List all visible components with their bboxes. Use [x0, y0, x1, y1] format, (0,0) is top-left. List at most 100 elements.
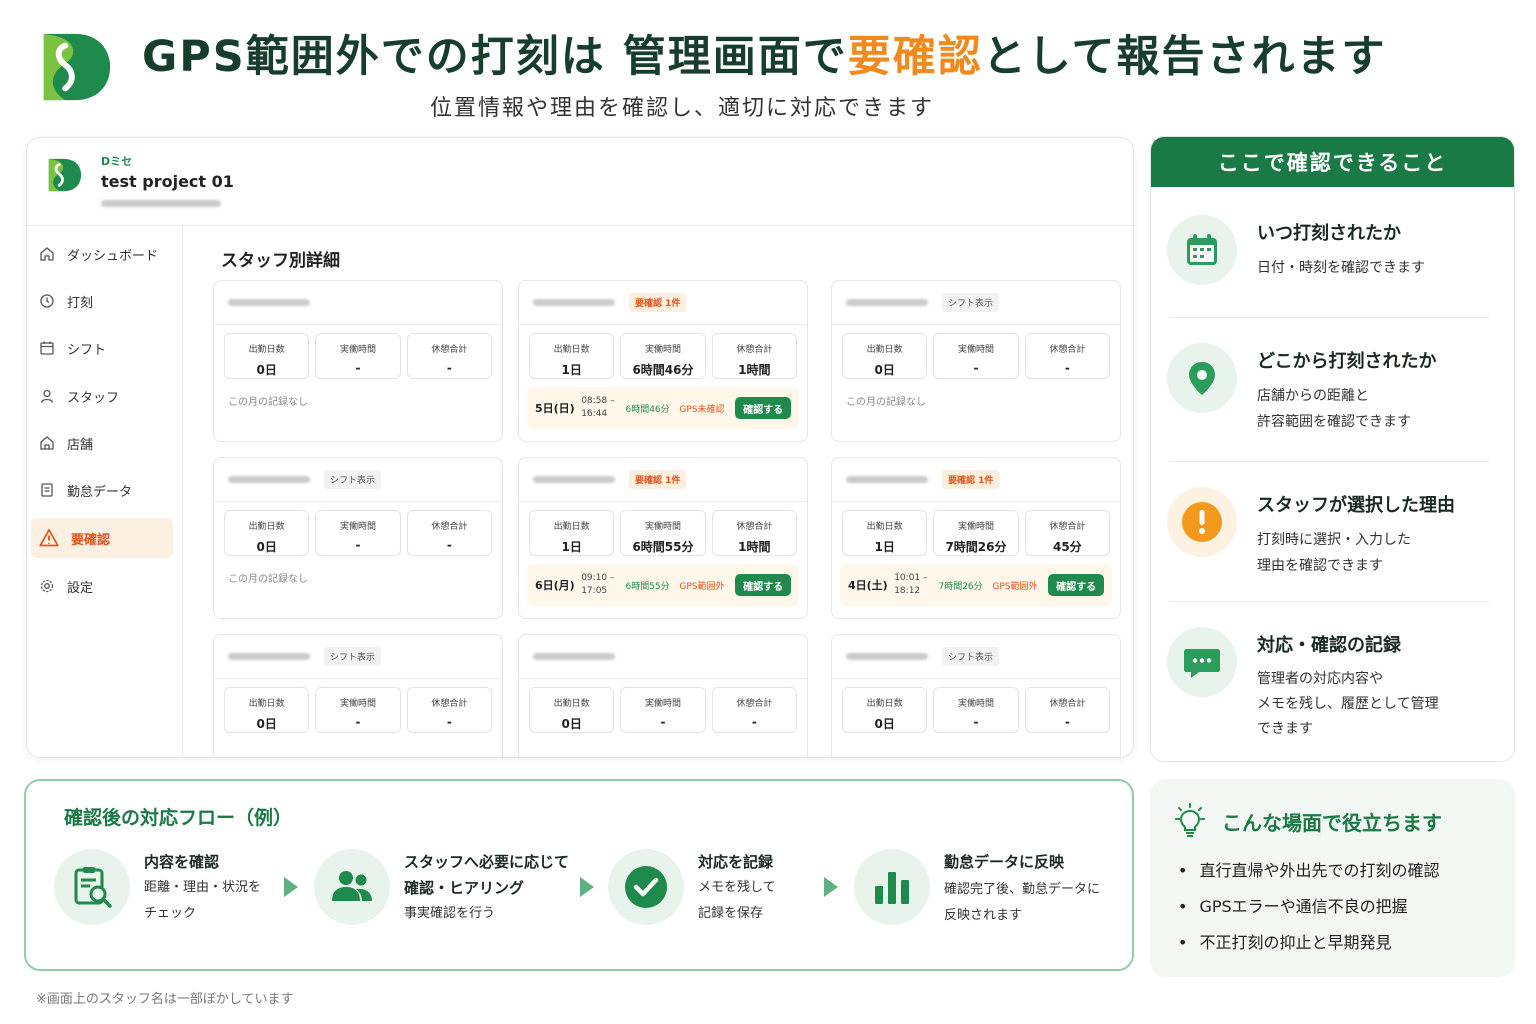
record-start: 10:01 –	[894, 573, 928, 583]
footnote: ※画面上のスタッフ名は一部ぼかしています	[36, 992, 294, 1007]
sidebar-item-shift[interactable]: シフト	[31, 328, 173, 368]
confirm-button[interactable]: 確認する	[735, 574, 791, 596]
subtitle: 位置情報や理由を確認し、適切に対応できます	[430, 96, 935, 121]
feature-title: どこから打刻されたか	[1257, 351, 1437, 372]
blurred-staff-name	[533, 653, 615, 660]
stat-days: 出勤日数 1日	[529, 510, 615, 556]
stat-value: 1時間	[738, 363, 771, 377]
blurred-staff-name	[846, 653, 928, 660]
stat-work: 実働時間 -	[315, 510, 401, 556]
shift-view-badge[interactable]: シフト表示	[942, 647, 1000, 666]
staff-card[interactable]: 出勤日数 0日 実働時間 - 休憩合計 - この月の記録なし	[213, 280, 503, 442]
page-title: スタッフ別詳細	[221, 251, 340, 271]
step-desc: 確認完了後、勤怠データに 反映されます	[944, 882, 1101, 923]
stat-label: 出勤日数	[866, 699, 903, 709]
stat-label: 休憩合計	[736, 522, 773, 532]
chat-icon	[1167, 627, 1237, 697]
sidebar-item-staff[interactable]: スタッフ	[31, 376, 173, 416]
punch-record-row: 4日(土) 10:01 – 18:12 7時間26分 GPS範囲外 確認する	[840, 564, 1112, 606]
stat-label: 出勤日数	[553, 345, 590, 355]
flow-arrow-icon	[580, 877, 594, 897]
features-panel: ここで確認できること いつ打刻されたか 日付・時刻を確認できます どこから打刻さ…	[1150, 136, 1515, 762]
stat-value: 0日	[561, 717, 582, 731]
app-brand: Dミセ	[101, 155, 133, 168]
step-title: スタッフへ必要に応じて 確認・ヒアリング	[404, 853, 570, 897]
stat-value: 0日	[256, 540, 277, 554]
stat-value: -	[1064, 715, 1070, 729]
staff-card[interactable]: 要確認 1件 出勤日数 1日 実働時間 6時間46分 休憩合計 1時間 5日(日) 08:58 …	[518, 280, 808, 442]
stat-label: 実働時間	[339, 522, 376, 532]
staff-card[interactable]: シフト表示 出勤日数 0日 実働時間 - 休憩合計 - この月の記録なし	[831, 280, 1121, 442]
record-end: 16:44	[581, 409, 608, 419]
stat-work: 実働時間 -	[315, 333, 401, 379]
staff-stats: 出勤日数 0日 実働時間 - 休憩合計 -	[214, 502, 502, 556]
blurred-staff-name	[228, 653, 310, 660]
gps-status: GPS範囲外	[992, 581, 1038, 592]
admin-screen: Dミセ test project 01 ダッシュボード 打刻 シフト スタッフ …	[26, 137, 1134, 758]
staff-card[interactable]: 要確認 1件 出勤日数 1日 実働時間 6時間55分 休憩合計 1時間 6日(月) 09:10 …	[518, 457, 808, 619]
stat-days: 出勤日数 1日	[529, 333, 615, 379]
stat-label: 休憩合計	[1049, 699, 1086, 709]
punch-record-row: 6日(月) 09:10 – 17:05 6時間55分 GPS範囲外 確認する	[527, 564, 799, 606]
step-desc: 事実確認を行う	[404, 906, 496, 921]
sidebar-item-attendance[interactable]: 勤怠データ	[31, 470, 173, 510]
stat-break: 休憩合計 1時間	[711, 333, 797, 379]
shift-view-badge[interactable]: シフト表示	[324, 647, 382, 666]
staff-stats: 出勤日数 0日 実働時間 - 休憩合計 -	[214, 679, 502, 733]
sidebar-item-store[interactable]: 店舗	[31, 423, 173, 463]
staff-card[interactable]: 出勤日数 0日 実働時間 - 休憩合計 -	[518, 634, 808, 757]
staff-card[interactable]: シフト表示出勤日数 0日 実働時間 - 休憩合計 -	[213, 634, 503, 757]
confirm-button[interactable]: 確認する	[1048, 574, 1104, 596]
record-duration: 6時間46分	[625, 404, 670, 415]
project-name[interactable]: test project 01	[101, 172, 234, 191]
record-end: 17:05	[581, 586, 608, 596]
no-record-text: この月の記録なし	[228, 397, 308, 408]
record-time: 10:01 – 18:12	[894, 572, 938, 598]
stat-label: 休憩合計	[431, 345, 468, 355]
divider	[1169, 317, 1489, 318]
confirm-button[interactable]: 確認する	[735, 397, 791, 419]
stat-label: 出勤日数	[866, 345, 903, 355]
staff-card[interactable]: シフト表示 出勤日数 0日 実働時間 - 休憩合計 - この月の記録なし	[213, 457, 503, 619]
sidebar-item-dashboard[interactable]: ダッシュボード	[31, 234, 173, 274]
step-title: 勤怠データに反映	[944, 853, 1065, 871]
app-header: Dミセ test project 01	[27, 138, 1133, 226]
stat-label: 出勤日数	[553, 522, 590, 532]
title-accent: 要確認	[847, 32, 983, 82]
shift-view-badge[interactable]: シフト表示	[942, 293, 1000, 312]
staff-card[interactable]: シフト表示 出勤日数 0日 実働時間 - 休憩合計 -	[831, 634, 1121, 757]
stat-label: 実働時間	[339, 699, 376, 709]
feature-title: 対応・確認の記録	[1257, 635, 1401, 656]
stat-label: 出勤日数	[866, 522, 903, 532]
feature-desc: 管理者の対応内容や メモを残し、履歴として管理 できます	[1257, 671, 1439, 737]
staff-stats: 出勤日数 0日 実働時間 - 休憩合計 -	[214, 325, 502, 379]
staff-card[interactable]: 要確認 1件 出勤日数 1日 実働時間 7時間26分 休憩合計 45分 4日(土) 10:01 …	[831, 457, 1121, 619]
sidebar-item-needs-review[interactable]: 要確認	[31, 518, 173, 558]
document-icon	[41, 483, 53, 497]
feature-title: いつ打刻されたか	[1257, 223, 1401, 244]
stat-value: 0日	[874, 363, 895, 377]
flow-title: 確認後の対応フロー（例）	[64, 807, 293, 829]
stat-break: 休憩合計 -	[711, 687, 797, 733]
stat-days: 出勤日数 0日	[224, 510, 310, 556]
divider	[1169, 601, 1489, 602]
record-end: 18:12	[894, 586, 921, 596]
sidebar-item-punch[interactable]: 打刻	[31, 281, 173, 321]
stat-label: 実働時間	[957, 699, 994, 709]
stat-break: 休憩合計 -	[1024, 333, 1110, 379]
record-start: 09:10 –	[581, 573, 615, 583]
stat-days: 出勤日数 0日	[224, 333, 310, 379]
staff-card-header: 要確認 1件	[519, 281, 807, 325]
stat-break: 休憩合計 -	[406, 333, 492, 379]
stat-value: -	[355, 538, 361, 552]
record-duration: 6時間55分	[625, 581, 670, 592]
scene-item: GPSエラーや通信不良の把握	[1178, 893, 1407, 917]
stat-work: 実働時間 6時間46分	[620, 333, 706, 379]
sidebar-item-settings[interactable]: 設定	[31, 566, 173, 606]
bar-chart-icon	[854, 849, 930, 925]
stat-value: -	[973, 361, 979, 375]
features-title: ここで確認できること	[1151, 137, 1514, 187]
warning-icon	[39, 529, 59, 547]
shift-view-badge[interactable]: シフト表示	[324, 470, 382, 489]
lightbulb-icon	[1175, 803, 1205, 837]
